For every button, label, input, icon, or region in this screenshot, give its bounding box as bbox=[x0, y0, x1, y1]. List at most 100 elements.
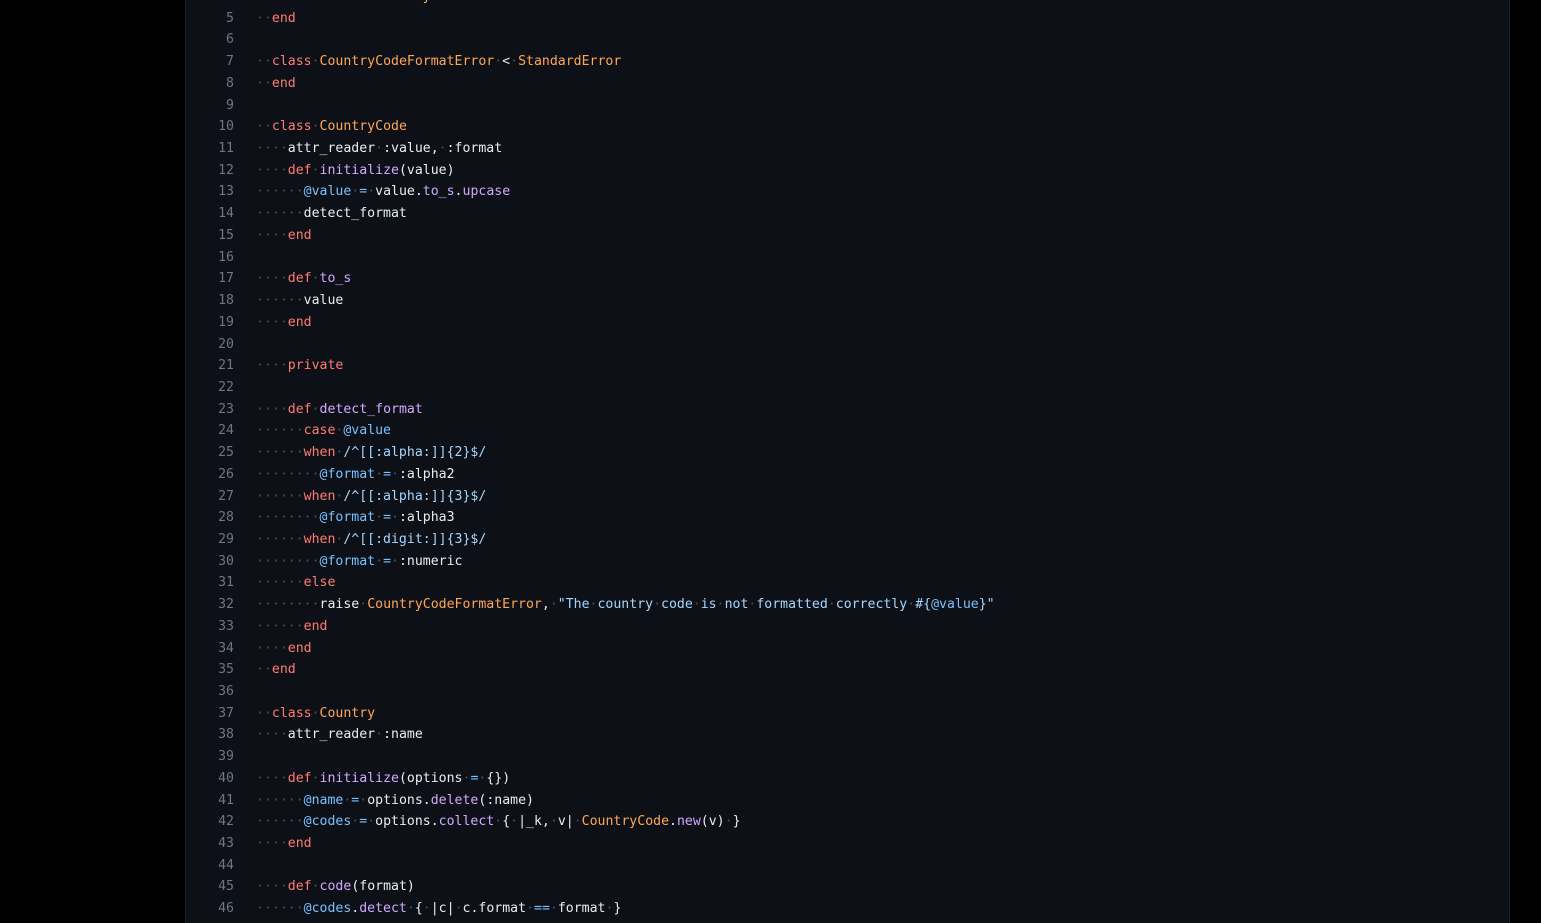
code-token: collect bbox=[438, 814, 495, 830]
code-token: :value, bbox=[383, 141, 439, 157]
code-token: v| bbox=[557, 814, 574, 830]
code-line[interactable]: 27 ······when·/^[[:alpha:]]{3}$/ bbox=[186, 486, 1509, 508]
code-line[interactable]: 43 ····end bbox=[186, 833, 1509, 855]
code-line[interactable]: 9 bbox=[186, 95, 1509, 117]
line-content: ··end bbox=[256, 659, 296, 681]
whitespace-marker: · bbox=[375, 466, 384, 482]
code-token: = bbox=[359, 814, 368, 830]
code-token: { bbox=[414, 901, 423, 917]
code-line[interactable]: 21 ····private bbox=[186, 355, 1509, 377]
code-line[interactable]: 46 ······@codes.detect·{·|c|·c.format·==·… bbox=[186, 898, 1509, 920]
whitespace-marker: ···· bbox=[256, 640, 288, 656]
line-number: 44 bbox=[218, 857, 234, 873]
code-line[interactable]: 24 ······case·@value bbox=[186, 420, 1509, 442]
code-token: format bbox=[557, 901, 606, 917]
whitespace-marker: · bbox=[510, 814, 519, 830]
whitespace-marker: ······ bbox=[256, 488, 304, 504]
code-line[interactable]: 35 ··end bbox=[186, 659, 1509, 681]
code-token: }" bbox=[978, 597, 995, 613]
code-line[interactable]: 17 ····def·to_s bbox=[186, 268, 1509, 290]
code-line[interactable]: 38 ····attr_reader·:name bbox=[186, 724, 1509, 746]
code-token: @codes bbox=[303, 901, 352, 917]
whitespace-marker: ·· bbox=[256, 0, 272, 4]
code-token: . bbox=[454, 184, 463, 200]
code-line[interactable]: 31 ······else bbox=[186, 572, 1509, 594]
code-token: value bbox=[303, 293, 344, 309]
line-content: ··class·InvalidCountryCodeError·<·Standa… bbox=[256, 0, 629, 8]
whitespace-marker: · bbox=[375, 553, 384, 569]
code-line[interactable]: 13 ······@value·=·value.to_s.upcase bbox=[186, 181, 1509, 203]
whitespace-marker: · bbox=[359, 792, 368, 808]
whitespace-marker: · bbox=[438, 141, 447, 157]
code-editor[interactable]: 4··class·InvalidCountryCodeError·<·Stand… bbox=[185, 0, 1510, 923]
whitespace-marker: · bbox=[375, 141, 384, 157]
code-line[interactable]: 10 ··class·CountryCode bbox=[186, 116, 1509, 138]
code-token: new bbox=[676, 814, 701, 830]
code-token: . bbox=[669, 814, 677, 830]
code-token: class bbox=[272, 0, 312, 4]
code-token: def bbox=[287, 879, 312, 895]
code-line[interactable]: 5 ··end bbox=[186, 8, 1509, 30]
code-line[interactable]: 37 ··class·Country bbox=[186, 703, 1509, 725]
code-line[interactable]: 32 ········raise·CountryCodeFormatError,·… bbox=[186, 594, 1509, 616]
line-content: ······else bbox=[256, 572, 335, 594]
code-line[interactable]: 45 ····def·code(format) bbox=[186, 876, 1509, 898]
whitespace-marker: ·· bbox=[256, 705, 272, 721]
whitespace-marker: · bbox=[311, 705, 320, 721]
code-token: when bbox=[303, 531, 336, 547]
code-line[interactable]: 30 ········@format·=·:numeric bbox=[186, 551, 1509, 573]
code-line[interactable]: 11 ····attr_reader·:value,·:format bbox=[186, 138, 1509, 160]
code-token: } bbox=[613, 901, 622, 917]
code-line[interactable]: 4··class·InvalidCountryCodeError·<·Stand… bbox=[186, 0, 1509, 8]
code-line[interactable]: 33 ······end bbox=[186, 616, 1509, 638]
code-line[interactable]: 8 ··end bbox=[186, 73, 1509, 95]
code-line[interactable]: 39 bbox=[186, 746, 1509, 768]
whitespace-marker: ·· bbox=[256, 75, 272, 91]
whitespace-marker: ······ bbox=[256, 293, 304, 309]
whitespace-marker: ········ bbox=[256, 466, 320, 482]
line-number: 36 bbox=[218, 684, 234, 699]
whitespace-marker: · bbox=[375, 510, 384, 526]
code-line[interactable]: 40 ····def·initialize(options·=·{}) bbox=[186, 768, 1509, 790]
line-content: ··class·Country bbox=[256, 703, 375, 725]
code-line[interactable]: 20 bbox=[186, 334, 1509, 356]
code-line[interactable]: 22 bbox=[186, 377, 1509, 399]
line-content: ····end bbox=[256, 833, 312, 855]
whitespace-marker: · bbox=[311, 54, 320, 70]
line-number: 15 bbox=[218, 227, 234, 243]
line-number: 37 bbox=[218, 705, 234, 721]
whitespace-marker: · bbox=[827, 597, 836, 613]
code-line[interactable]: 19 ····end bbox=[186, 312, 1509, 334]
code-line[interactable]: 14 ······detect_format bbox=[186, 203, 1509, 225]
code-line[interactable]: 41 ······@name·=·options.delete(:name) bbox=[186, 790, 1509, 812]
code-line[interactable]: 25 ······when·/^[[:alpha:]]{2}$/ bbox=[186, 442, 1509, 464]
code-line[interactable]: 44 bbox=[186, 855, 1509, 877]
code-token: CountryCode bbox=[581, 814, 670, 830]
whitespace-marker: · bbox=[375, 727, 384, 743]
code-token: value. bbox=[375, 184, 423, 200]
code-line[interactable]: 12 ····def·initialize(value) bbox=[186, 160, 1509, 182]
code-token: @format bbox=[319, 553, 376, 569]
code-line[interactable]: 23 ····def·detect_format bbox=[186, 399, 1509, 421]
code-line[interactable]: 6 bbox=[186, 29, 1509, 51]
code-token: to_s bbox=[319, 271, 352, 287]
whitespace-marker: ········ bbox=[256, 597, 320, 613]
whitespace-marker: ·· bbox=[256, 54, 272, 70]
code-line[interactable]: 28 ········@format·=·:alpha3 bbox=[186, 507, 1509, 529]
line-content: ······case·@value bbox=[256, 420, 391, 442]
code-line[interactable]: 29 ······when·/^[[:digit:]]{3}$/ bbox=[186, 529, 1509, 551]
code-token: initialize bbox=[319, 770, 399, 786]
code-line[interactable]: 36 bbox=[186, 681, 1509, 703]
line-number: 34 bbox=[218, 640, 234, 656]
code-line[interactable]: 15 ····end bbox=[186, 225, 1509, 247]
code-line[interactable]: 42 ······@codes·=·options.collect·{·|_k,·… bbox=[186, 811, 1509, 833]
code-line[interactable]: 34 ····end bbox=[186, 638, 1509, 660]
whitespace-marker: · bbox=[526, 901, 534, 917]
code-line[interactable]: 26 ········@format·=·:alpha2 bbox=[186, 464, 1509, 486]
code-line[interactable]: 7 ··class·CountryCodeFormatError·<·Standa… bbox=[186, 51, 1509, 73]
code-line[interactable]: 18 ······value bbox=[186, 290, 1509, 312]
line-number: 38 bbox=[218, 727, 234, 743]
whitespace-marker: · bbox=[422, 901, 431, 917]
code-line[interactable]: 16 bbox=[186, 247, 1509, 269]
whitespace-marker: · bbox=[311, 162, 320, 178]
